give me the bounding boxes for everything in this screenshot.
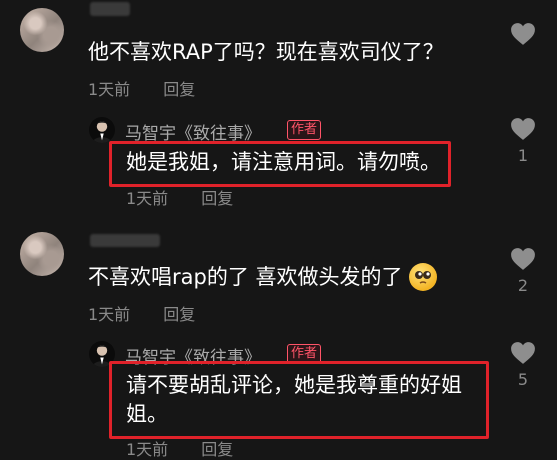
like-count: 1 <box>517 146 529 165</box>
reply-text-line: 姐。 <box>126 402 168 426</box>
pleading-face-emoji-icon <box>408 263 437 291</box>
avatar[interactable] <box>20 232 64 276</box>
comment-text: 他不喜欢RAP了吗？现在喜欢司仪了？ <box>88 40 444 64</box>
comment-meta: 1天前 回复 <box>88 301 195 325</box>
comment-text: 不喜欢唱rap的了 喜欢做头发的了 <box>88 263 437 291</box>
reply-meta: 1天前 回复 <box>126 185 233 209</box>
username[interactable] <box>90 234 160 247</box>
like-heart-icon[interactable] <box>510 341 536 365</box>
reply-text-line: 她是我姐，请注意用词。请勿喷。 <box>126 150 441 174</box>
reply-button[interactable]: 回复 <box>163 80 195 99</box>
reply-meta: 1天前 回复 <box>126 436 233 460</box>
username[interactable] <box>90 2 130 16</box>
reply-text-line: 请不要胡乱评论，她是我尊重的好姐 <box>126 373 462 397</box>
reply-time: 1天前 <box>126 189 169 208</box>
like-heart-icon[interactable] <box>510 22 536 46</box>
author-avatar[interactable] <box>89 117 115 143</box>
reply-button[interactable]: 回复 <box>201 189 233 208</box>
like-heart-icon[interactable] <box>510 247 536 271</box>
reply-button[interactable]: 回复 <box>163 305 195 324</box>
like-heart-icon[interactable] <box>510 117 536 141</box>
comment-text-content: 不喜欢唱rap的了 喜欢做头发的了 <box>88 265 403 289</box>
comment-time: 1天前 <box>88 80 131 99</box>
avatar[interactable] <box>20 8 64 52</box>
like-count: 2 <box>517 276 529 295</box>
author-badge: 作者 <box>287 120 322 140</box>
comment-time: 1天前 <box>88 305 131 324</box>
comment-meta: 1天前 回复 <box>88 76 195 100</box>
like-count: 5 <box>517 370 529 389</box>
